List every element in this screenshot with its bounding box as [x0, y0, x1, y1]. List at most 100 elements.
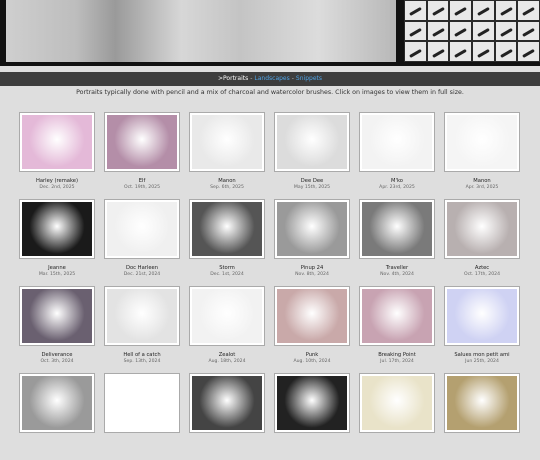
portrait-image: [107, 202, 177, 256]
banner-portrait-art: [6, 0, 396, 62]
portrait-thumbnail[interactable]: [274, 373, 350, 433]
portrait-card[interactable]: Storm Dec. 1st, 2024: [189, 199, 265, 286]
portrait-card[interactable]: Jeanne Mar. 15th, 2025: [19, 199, 95, 286]
portrait-card[interactable]: Doc Harleen Dec. 21st, 2024: [104, 199, 180, 286]
portrait-thumbnail[interactable]: [274, 199, 350, 259]
portrait-thumbnail[interactable]: [444, 112, 520, 172]
portrait-image: [107, 289, 177, 343]
portrait-thumbnail[interactable]: [359, 286, 435, 346]
portrait-card[interactable]: Manon Apr. 3rd, 2025: [444, 112, 520, 199]
brush-icon: [472, 21, 494, 41]
portrait-date: Oct. 3th, 2024: [40, 359, 74, 364]
portrait-title: Dee Dee: [300, 178, 324, 184]
portrait-image: [277, 289, 347, 343]
portrait-date: Apr. 3rd, 2025: [465, 185, 499, 190]
portrait-card[interactable]: Elf Oct. 19th, 2025: [104, 112, 180, 199]
portrait-date: Mar. 15th, 2025: [38, 272, 76, 277]
portrait-title: Elf: [138, 178, 146, 184]
portrait-date: Apr. 23rd, 2025: [379, 185, 415, 190]
portrait-card[interactable]: Breaking Point Jul. 17th, 2024: [359, 286, 435, 373]
portrait-image: [447, 289, 517, 343]
brush-icon: [518, 21, 539, 41]
portrait-title: Storm: [219, 265, 235, 271]
portrait-thumbnail[interactable]: [19, 199, 95, 259]
nav-link-landscapes[interactable]: Landscapes: [254, 75, 289, 82]
portrait-card[interactable]: Pinup 24 Nov. 8th, 2024: [274, 199, 350, 286]
portrait-image: [192, 202, 262, 256]
portrait-card[interactable]: [104, 373, 180, 460]
portrait-date: Sep. 13th, 2024: [123, 359, 161, 364]
nav-separator: -: [250, 75, 253, 82]
portrait-image: [22, 202, 92, 256]
portrait-card[interactable]: [189, 373, 265, 460]
portrait-card[interactable]: Salues mon petit ami Jun 25th, 2024: [444, 286, 520, 373]
nav-link-snippets[interactable]: Snippets: [296, 75, 322, 82]
portrait-thumbnail[interactable]: [359, 373, 435, 433]
portrait-title: Hell of a catch: [123, 352, 161, 358]
portrait-image: [107, 376, 177, 430]
portrait-card[interactable]: M'ko Apr. 23rd, 2025: [359, 112, 435, 199]
brush-icon: [495, 21, 517, 41]
portrait-title: Salues mon petit ami: [454, 352, 510, 358]
portrait-thumbnail[interactable]: [189, 112, 265, 172]
portrait-image: [192, 289, 262, 343]
portrait-thumbnail[interactable]: [189, 199, 265, 259]
portrait-thumbnail[interactable]: [104, 286, 180, 346]
portrait-title: M'ko: [391, 178, 403, 184]
portrait-card[interactable]: Manon Sep. 6th, 2025: [189, 112, 265, 199]
portrait-thumbnail[interactable]: [19, 286, 95, 346]
brush-icon: [450, 1, 471, 20]
brush-palette-image: [404, 0, 540, 62]
portrait-title: Aztec: [474, 265, 490, 271]
portrait-card[interactable]: Harley (remake) Dec. 2nd, 2025: [19, 112, 95, 199]
portrait-date: Jul. 17th, 2024: [380, 359, 414, 364]
portrait-image: [362, 289, 432, 343]
portrait-thumbnail[interactable]: [444, 373, 520, 433]
portrait-thumbnail[interactable]: [444, 199, 520, 259]
brush-icon: [405, 1, 426, 20]
portrait-card[interactable]: Zealot Aug. 18th, 2024: [189, 286, 265, 373]
portrait-card[interactable]: Traveller Nov. 4th, 2024: [359, 199, 435, 286]
brush-icon: [495, 42, 517, 61]
portrait-thumbnail[interactable]: [104, 112, 180, 172]
portrait-card[interactable]: Deliverance Oct. 3th, 2024: [19, 286, 95, 373]
portrait-thumbnail[interactable]: [19, 112, 95, 172]
portrait-thumbnail[interactable]: [19, 373, 95, 433]
portrait-title: Harley (remake): [35, 178, 79, 184]
portrait-date: May 15th, 2025: [293, 185, 331, 190]
portrait-thumbnail[interactable]: [104, 199, 180, 259]
brush-icon: [427, 1, 449, 20]
portrait-thumbnail[interactable]: [444, 286, 520, 346]
portrait-thumbnail[interactable]: [274, 286, 350, 346]
portrait-image: [192, 376, 262, 430]
portrait-thumbnail[interactable]: [189, 373, 265, 433]
portrait-thumbnail[interactable]: [359, 112, 435, 172]
portrait-title: Zealot: [218, 352, 236, 358]
portrait-thumbnail[interactable]: [359, 199, 435, 259]
portrait-thumbnail[interactable]: [189, 286, 265, 346]
portrait-date: Dec. 21st, 2024: [123, 272, 161, 277]
brush-icon: [472, 1, 494, 20]
portrait-thumbnail[interactable]: [104, 373, 180, 433]
portrait-card[interactable]: Aztec Oct. 17th, 2024: [444, 199, 520, 286]
portrait-card[interactable]: [19, 373, 95, 460]
brush-icon: [518, 42, 539, 61]
brush-icon: [405, 21, 426, 41]
portrait-title: Manon: [218, 178, 236, 184]
portrait-title: Doc Harleen: [126, 265, 158, 271]
portrait-image: [447, 376, 517, 430]
portrait-card[interactable]: Hell of a catch Sep. 13th, 2024: [104, 286, 180, 373]
portrait-card[interactable]: Dee Dee May 15th, 2025: [274, 112, 350, 199]
portrait-thumbnail[interactable]: [274, 112, 350, 172]
portrait-image: [447, 202, 517, 256]
portrait-date: Oct. 19th, 2025: [123, 185, 161, 190]
portrait-title: Pinup 24: [300, 265, 324, 271]
portrait-card[interactable]: Punk Aug. 10th, 2024: [274, 286, 350, 373]
portrait-date: Aug. 10th, 2024: [293, 359, 331, 364]
brush-icon: [427, 21, 449, 41]
portrait-image: [107, 115, 177, 169]
portrait-card[interactable]: [359, 373, 435, 460]
portrait-title: Punk: [305, 352, 319, 358]
portrait-card[interactable]: [274, 373, 350, 460]
portrait-card[interactable]: [444, 373, 520, 460]
